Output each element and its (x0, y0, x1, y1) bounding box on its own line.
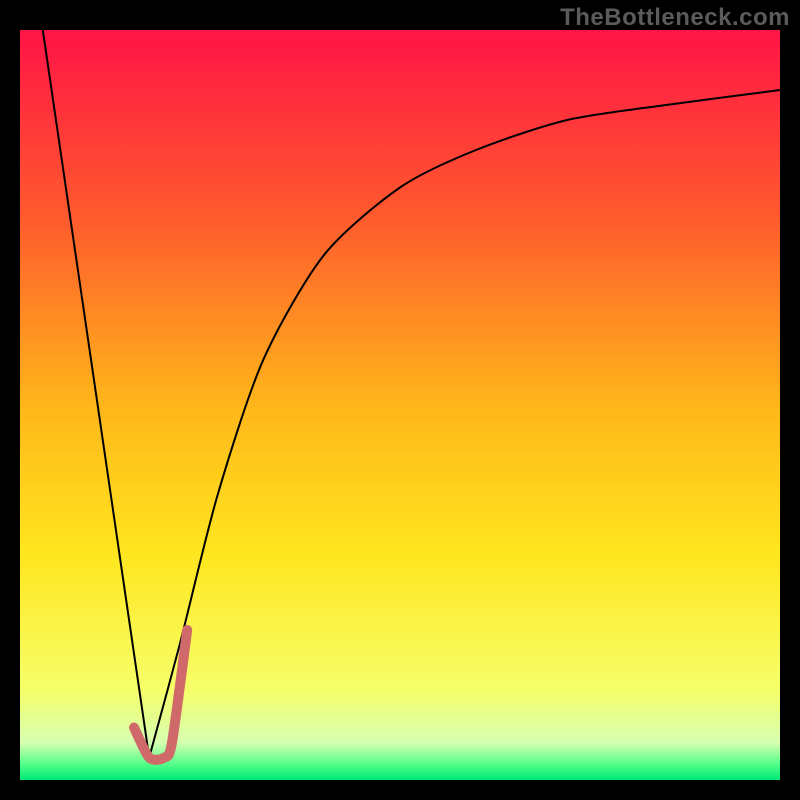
chart-frame: TheBottleneck.com (0, 0, 800, 800)
chart-svg (20, 30, 780, 780)
gradient-background (20, 30, 780, 780)
watermark-text: TheBottleneck.com (560, 4, 790, 32)
plot-area (20, 30, 780, 780)
